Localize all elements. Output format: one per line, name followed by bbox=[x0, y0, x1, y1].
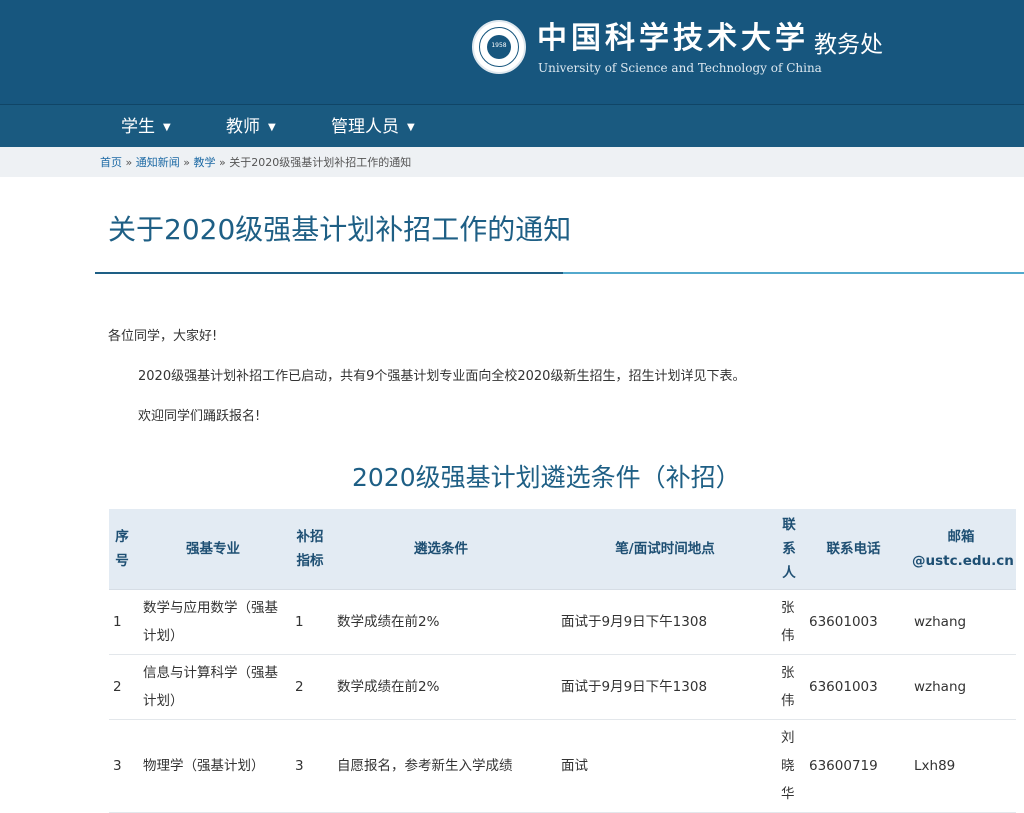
breadcrumb-category-link[interactable]: 教学 bbox=[193, 156, 215, 169]
greeting-text: 各位同学，大家好! bbox=[108, 329, 218, 344]
column-header: 强基专业 bbox=[135, 509, 291, 590]
table-cell: Lxh89 bbox=[906, 719, 1016, 813]
caret-down-icon: ▼ bbox=[163, 122, 171, 133]
table-cell: 数学与应用数学（强基计划） bbox=[135, 589, 291, 655]
table-cell: 刘晓华 bbox=[777, 719, 801, 813]
nav-item-admins[interactable]: 管理人员 ▼ bbox=[331, 105, 415, 147]
breadcrumb: 首页 » 通知新闻 » 教学 » 关于2020级强基计划补招工作的通知 bbox=[100, 154, 411, 170]
department-name[interactable]: 教务处 bbox=[814, 29, 883, 61]
nav-label: 管理人员 bbox=[331, 117, 399, 137]
welcome-paragraph: 欢迎同学们踊跃报名! bbox=[138, 409, 261, 424]
table-cell: 2 bbox=[291, 654, 329, 720]
table-cell: 物理学（强基计划） bbox=[135, 719, 291, 813]
nav-item-students[interactable]: 学生 ▼ bbox=[121, 105, 171, 147]
table-row: 3 物理学（强基计划） 3 自愿报名，参考新生入学成绩 面试 刘晓华 63600… bbox=[109, 719, 1016, 813]
caret-down-icon: ▼ bbox=[407, 122, 415, 133]
table-cell: wzhang bbox=[906, 589, 1016, 655]
table-cell: 1 bbox=[291, 589, 329, 655]
table-cell: 63600719 bbox=[801, 719, 906, 813]
school-name-cn[interactable]: 中国科学技术大学 bbox=[537, 19, 809, 59]
table-cell: 张伟 bbox=[777, 654, 801, 720]
column-header: 邮箱@ustc.edu.cn bbox=[906, 509, 1016, 590]
nav-item-teachers[interactable]: 教师 ▼ bbox=[226, 105, 276, 147]
intro-paragraph: 2020级强基计划补招工作已启动，共有9个强基计划专业面向全校2020级新生招生… bbox=[138, 369, 746, 384]
breadcrumb-separator: » bbox=[218, 156, 226, 169]
column-header: 补招指标 bbox=[291, 509, 329, 590]
breadcrumb-current: 关于2020级强基计划补招工作的通知 bbox=[229, 156, 412, 169]
breadcrumb-separator: » bbox=[125, 156, 133, 169]
page-title: 关于2020级强基计划补招工作的通知 bbox=[108, 213, 572, 246]
main-nav: 学生 ▼ 教师 ▼ 管理人员 ▼ bbox=[0, 104, 1024, 147]
table-cell: 数学成绩在前2% bbox=[329, 589, 553, 655]
nav-label: 学生 bbox=[121, 117, 155, 137]
column-header: 联系电话 bbox=[801, 509, 906, 590]
table-row: 1 数学与应用数学（强基计划） 1 数学成绩在前2% 面试于9月9日下午1308… bbox=[109, 589, 1016, 655]
breadcrumb-separator: » bbox=[183, 156, 190, 169]
table-cell: 面试于9月9日下午1308 bbox=[553, 654, 777, 720]
title-divider-dark bbox=[95, 272, 563, 274]
column-header: 联系人 bbox=[777, 509, 801, 590]
breadcrumb-bar: 首页 » 通知新闻 » 教学 » 关于2020级强基计划补招工作的通知 bbox=[0, 147, 1024, 177]
recruitment-table: 序号 强基专业 补招指标 遴选条件 笔/面试时间地点 联系人 联系电话 邮箱@u… bbox=[109, 509, 1016, 813]
table-cell: 63601003 bbox=[801, 654, 906, 720]
table-cell: 3 bbox=[291, 719, 329, 813]
table-header-row: 序号 强基专业 补招指标 遴选条件 笔/面试时间地点 联系人 联系电话 邮箱@u… bbox=[109, 509, 1016, 590]
site-header: 1958 中国科学技术大学 教务处 University of Science … bbox=[0, 0, 1024, 104]
nav-label: 教师 bbox=[226, 117, 260, 137]
table-row: 2 信息与计算科学（强基计划） 2 数学成绩在前2% 面试于9月9日下午1308… bbox=[109, 654, 1016, 720]
column-header: 序号 bbox=[109, 509, 135, 590]
column-header: 遴选条件 bbox=[329, 509, 553, 590]
university-seal-icon[interactable]: 1958 bbox=[472, 20, 526, 74]
table-cell: 张伟 bbox=[777, 589, 801, 655]
table-cell: 数学成绩在前2% bbox=[329, 654, 553, 720]
breadcrumb-home-link[interactable]: 首页 bbox=[100, 156, 122, 169]
table-cell: 面试 bbox=[553, 719, 777, 813]
table-cell: 自愿报名，参考新生入学成绩 bbox=[329, 719, 553, 813]
table-cell: 面试于9月9日下午1308 bbox=[553, 589, 777, 655]
breadcrumb-news-link[interactable]: 通知新闻 bbox=[136, 156, 180, 169]
table-title: 2020级强基计划遴选条件（补招） bbox=[352, 463, 741, 492]
table-cell: 63601003 bbox=[801, 589, 906, 655]
school-name-en: University of Science and Technology of … bbox=[538, 61, 822, 75]
table-cell: 信息与计算科学（强基计划） bbox=[135, 654, 291, 720]
column-header: 笔/面试时间地点 bbox=[553, 509, 777, 590]
table-cell: 1 bbox=[109, 589, 135, 655]
seal-year: 1958 bbox=[491, 42, 507, 49]
table-cell: 3 bbox=[109, 719, 135, 813]
caret-down-icon: ▼ bbox=[268, 122, 276, 133]
table-cell: 2 bbox=[109, 654, 135, 720]
title-divider-light bbox=[563, 272, 1024, 274]
table-cell: wzhang bbox=[906, 654, 1016, 720]
